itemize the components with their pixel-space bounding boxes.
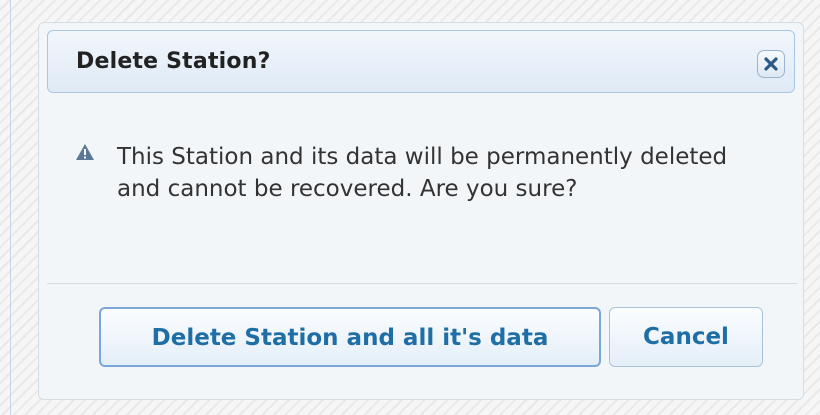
dialog-titlebar: Delete Station? — [47, 30, 795, 93]
cancel-button[interactable]: Cancel — [609, 307, 763, 367]
dialog-title: Delete Station? — [76, 49, 271, 74]
page-edge-line — [10, 0, 11, 415]
warning-triangle-icon — [76, 144, 94, 160]
close-button[interactable] — [757, 50, 785, 78]
delete-station-dialog: Delete Station? This Station and its dat… — [38, 22, 804, 400]
close-icon — [764, 57, 778, 71]
delete-station-button[interactable]: Delete Station and all it's data — [99, 307, 601, 367]
dialog-message-text: This Station and its data will be perman… — [117, 144, 728, 202]
dialog-divider — [47, 283, 797, 284]
